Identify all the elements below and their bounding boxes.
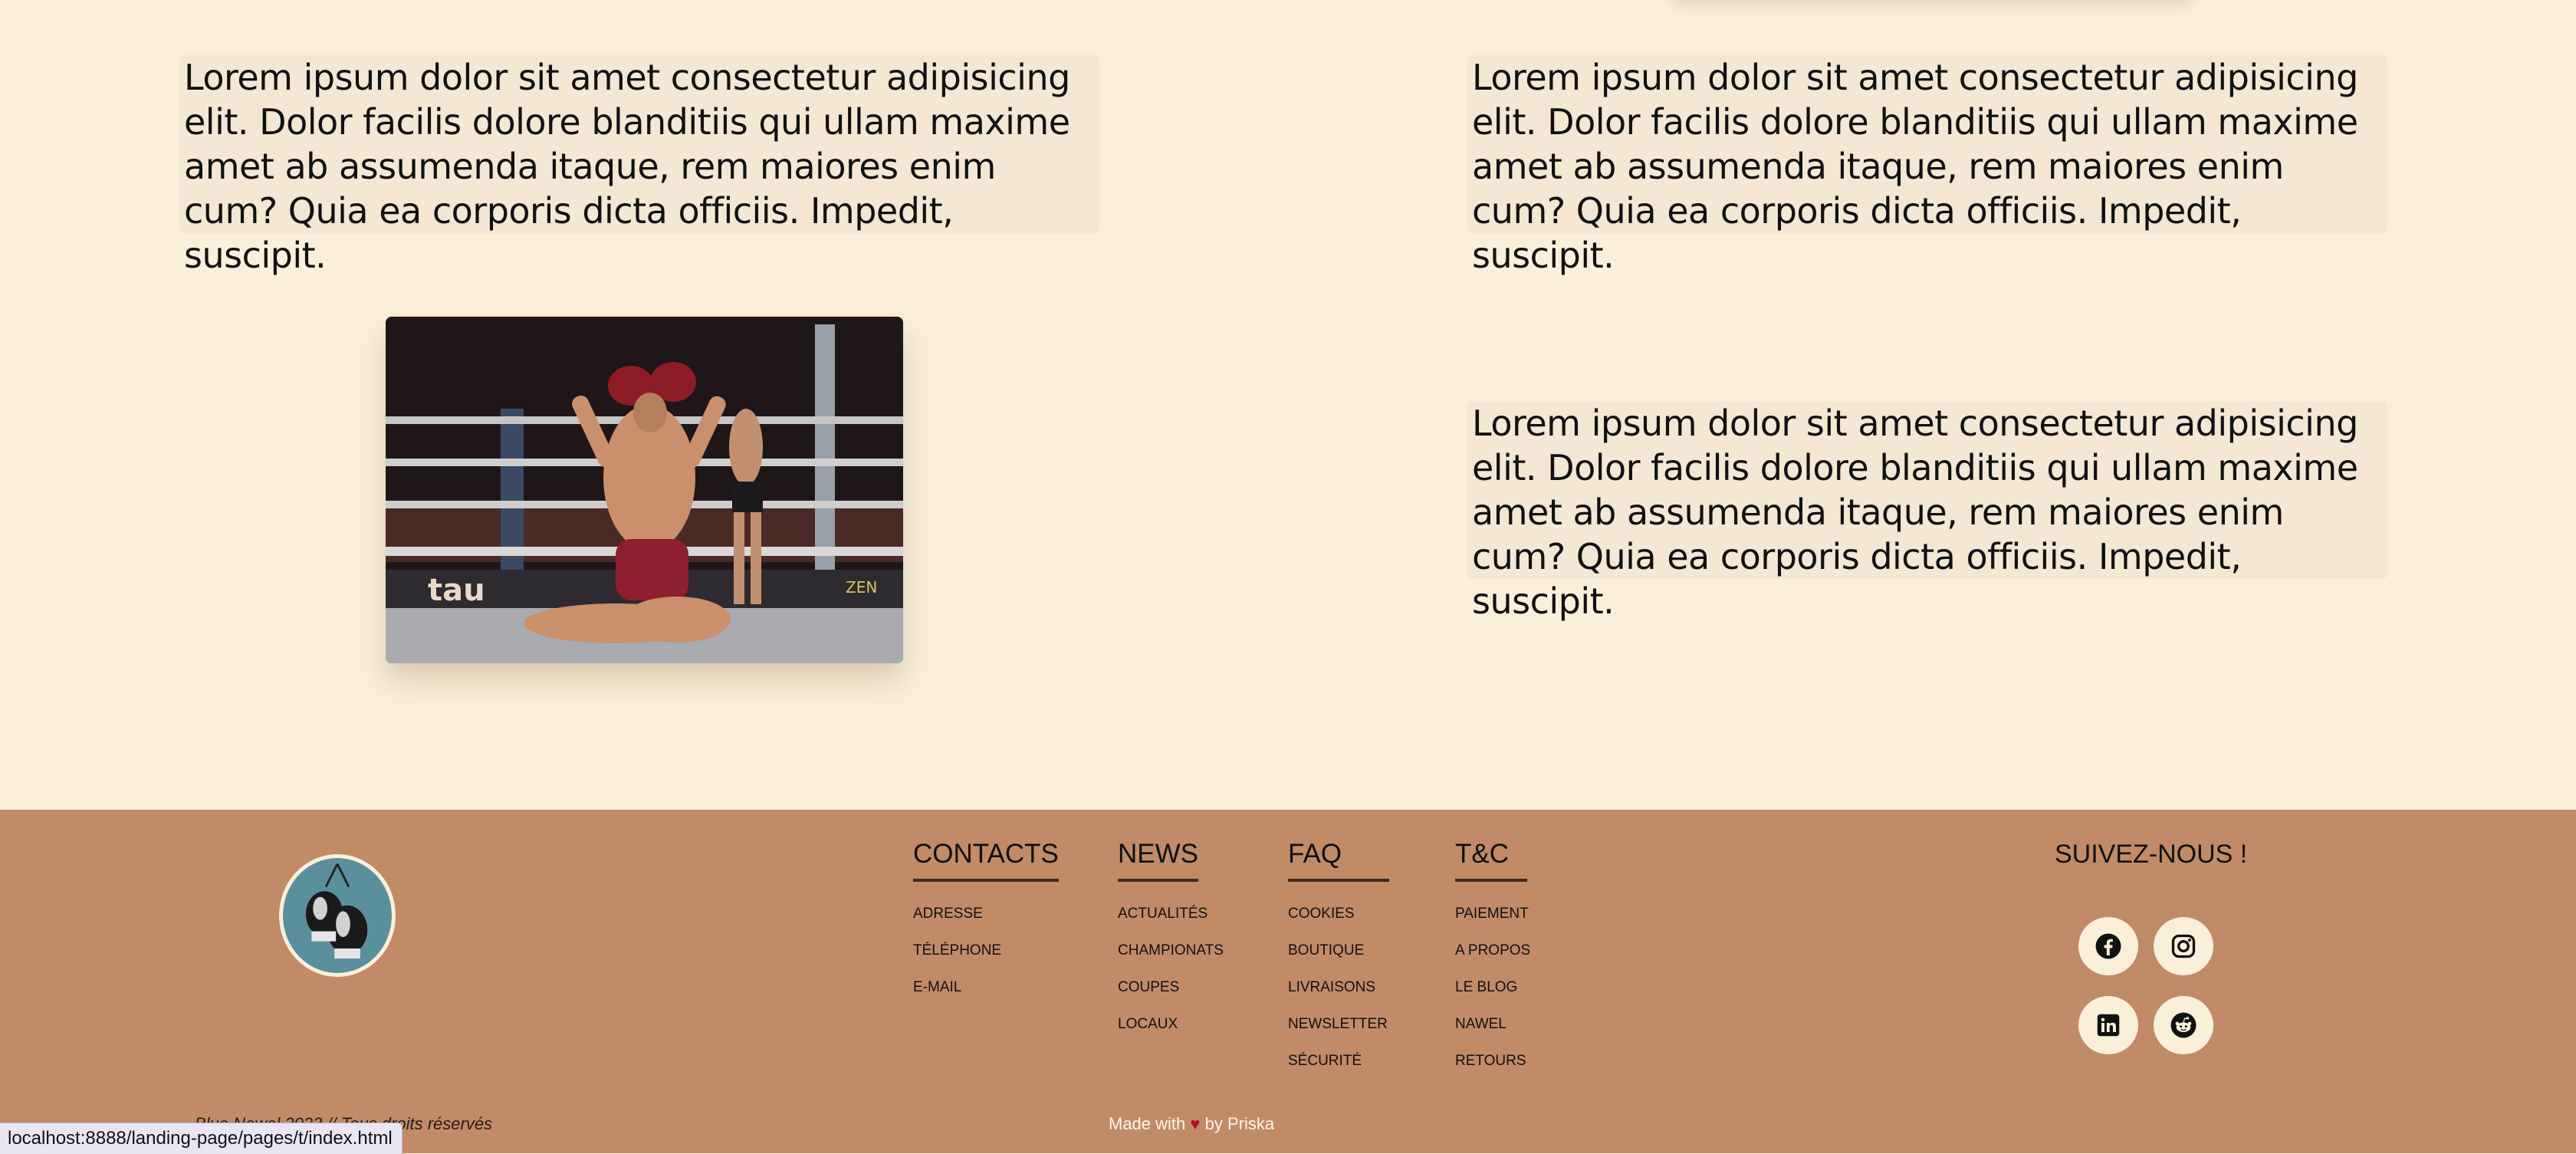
linkedin-icon [2097, 1014, 2120, 1037]
reddit-button[interactable] [2154, 996, 2213, 1054]
footer-link-le-blog[interactable]: LE BLOG [1455, 969, 1530, 1006]
made-with-author[interactable]: by Priska [1205, 1114, 1274, 1133]
text-block-right-top: Lorem ipsum dolor sit amet consectetur a… [1467, 55, 2387, 276]
facebook-icon [2095, 933, 2121, 959]
boxing-gloves-logo-icon[interactable] [279, 854, 396, 977]
paragraph-text: Lorem ipsum dolor sit amet consectetur a… [1472, 403, 2358, 622]
footer-link-coupes[interactable]: COUPES [1118, 969, 1224, 1006]
footer-column-faq: FAQ COOKIES BOUTIQUE LIVRAISONS NEWSLETT… [1288, 837, 1390, 1080]
paragraph-text: Lorem ipsum dolor sit amet consectetur a… [1472, 57, 2358, 276]
linkedin-button[interactable] [2078, 996, 2138, 1054]
footer-link-adresse[interactable]: ADRESSE [913, 896, 1059, 932]
heart-icon: ♥ [1190, 1114, 1201, 1133]
footer-link-email[interactable]: E-MAIL [913, 969, 1059, 1006]
footer-link-cookies[interactable]: COOKIES [1288, 896, 1389, 932]
follow-us-title: SUIVEZ-NOUS ! [2055, 840, 2248, 869]
made-with-credit: Made with ♥ by Priska [1109, 1113, 1274, 1135]
footer-link-locaux[interactable]: LOCAUX [1118, 1006, 1224, 1043]
instagram-icon [2171, 934, 2196, 958]
footer-link-paiement[interactable]: PAIEMENT [1455, 896, 1530, 932]
footer-column-contacts: CONTACTS ADRESSE TÉLÉPHONE E-MAIL [913, 837, 1059, 1006]
footer-link-securite[interactable]: SÉCURITÉ [1288, 1043, 1389, 1080]
column-title-tc[interactable]: T&C [1455, 837, 1527, 882]
text-block-left: Lorem ipsum dolor sit amet consectetur a… [179, 55, 1099, 276]
footer-link-nawel[interactable]: NAWEL [1455, 1006, 1530, 1043]
made-with-prefix: Made with [1109, 1114, 1186, 1133]
muay-thai-fighter-photo: tau ZEN [386, 317, 903, 663]
footer-link-newsletter[interactable]: NEWSLETTER [1288, 1006, 1389, 1043]
instagram-button[interactable] [2154, 917, 2213, 975]
footer-link-boutique[interactable]: BOUTIQUE [1288, 932, 1389, 969]
text-block-right-bottom: Lorem ipsum dolor sit amet consectetur a… [1467, 401, 2387, 622]
footer-column-tc: T&C PAIEMENT A PROPOS LE BLOG NAWEL RETO… [1455, 837, 1530, 1080]
paragraph-text: Lorem ipsum dolor sit amet consectetur a… [184, 57, 1070, 276]
reddit-icon [2170, 1012, 2196, 1038]
facebook-button[interactable] [2078, 917, 2138, 975]
footer-link-championats[interactable]: CHAMPIONATS [1118, 932, 1224, 969]
footer-column-news: NEWS ACTUALITÉS CHAMPIONATS COUPES LOCAU… [1118, 837, 1224, 1043]
column-title-contacts[interactable]: CONTACTS [913, 837, 1059, 882]
footer-link-telephone[interactable]: TÉLÉPHONE [913, 932, 1059, 969]
footer-link-actualites[interactable]: ACTUALITÉS [1118, 896, 1224, 932]
column-title-faq[interactable]: FAQ [1288, 837, 1390, 882]
footer-link-livraisons[interactable]: LIVRAISONS [1288, 969, 1389, 1006]
footer-link-retours[interactable]: RETOURS [1455, 1043, 1530, 1080]
svg-text:tau: tau [428, 573, 485, 608]
column-title-news[interactable]: NEWS [1118, 837, 1198, 882]
svg-text:ZEN: ZEN [846, 578, 877, 597]
footer-link-a-propos[interactable]: A PROPOS [1455, 932, 1530, 969]
browser-status-url: localhost:8888/landing-page/pages/t/inde… [0, 1123, 402, 1154]
